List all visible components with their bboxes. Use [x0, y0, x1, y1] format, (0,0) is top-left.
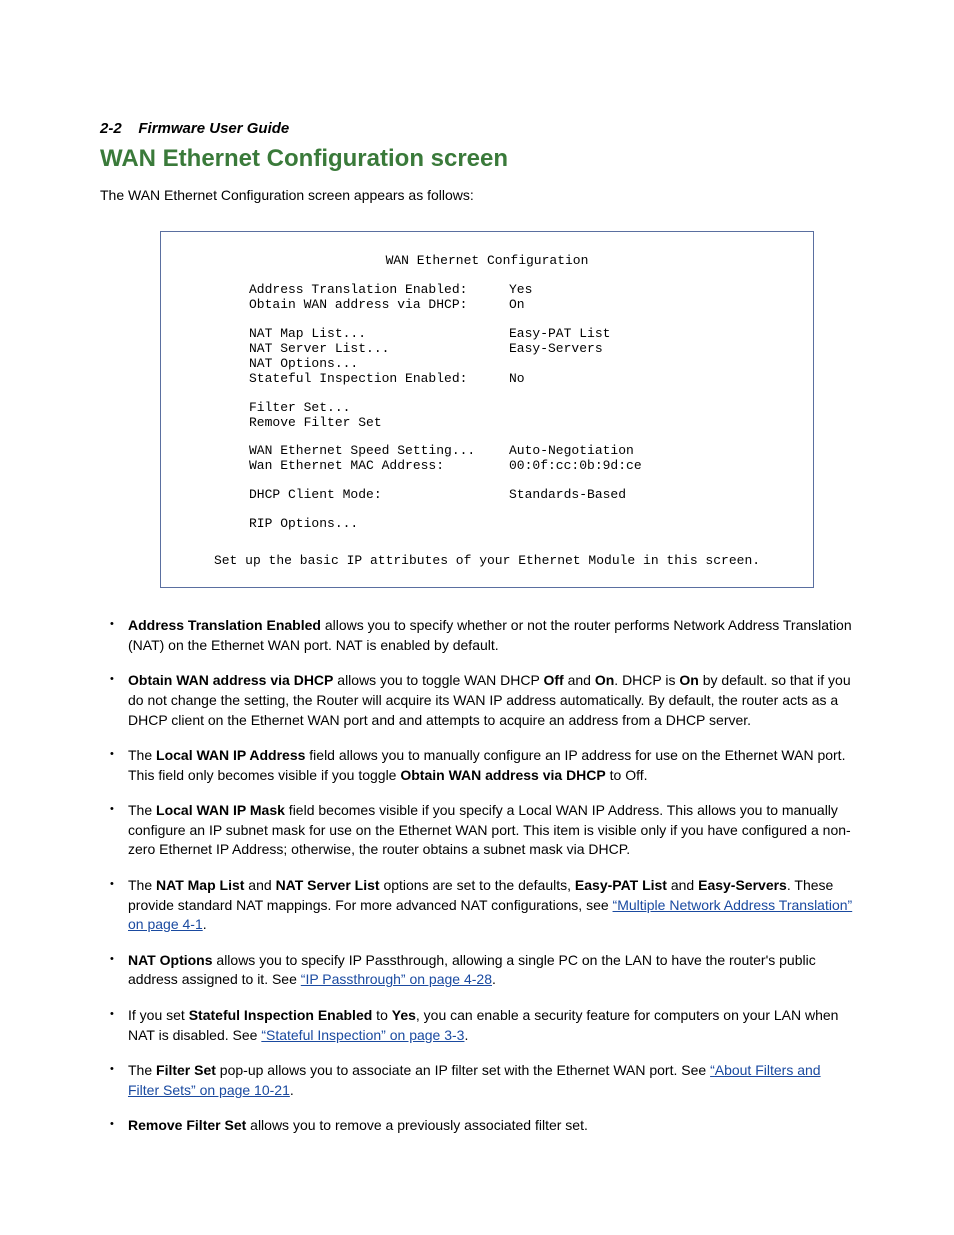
console-value: Standards-Based	[509, 488, 626, 503]
list-item: The Local WAN IP Mask field becomes visi…	[100, 801, 854, 860]
console-value: No	[509, 372, 525, 387]
console-row: NAT Server List... Easy-Servers	[249, 342, 793, 357]
console-footer: Set up the basic IP attributes of your E…	[181, 554, 793, 569]
console-label: DHCP Client Mode:	[249, 488, 509, 503]
list-item: The Filter Set pop-up allows you to asso…	[100, 1061, 854, 1100]
bold-term: Yes	[392, 1007, 416, 1023]
console-value: Easy-PAT List	[509, 327, 610, 342]
list-item: If you set Stateful Inspection Enabled t…	[100, 1006, 854, 1045]
bold-term: Local WAN IP Mask	[156, 802, 285, 818]
body-text: and	[564, 672, 595, 688]
body-text: The	[128, 802, 156, 818]
console-title: WAN Ethernet Configuration	[181, 254, 793, 269]
bold-term: On	[679, 672, 698, 688]
console-value: Yes	[509, 283, 532, 298]
body-text: .	[464, 1027, 468, 1043]
bold-term: Stateful Inspection Enabled	[189, 1007, 373, 1023]
list-item: NAT Options allows you to specify IP Pas…	[100, 951, 854, 990]
console-row: Stateful Inspection Enabled: No	[249, 372, 793, 387]
list-item: Remove Filter Set allows you to remove a…	[100, 1116, 854, 1136]
header-space	[126, 120, 134, 137]
bold-term: NAT Map List	[156, 877, 244, 893]
console-label: Wan Ethernet MAC Address:	[249, 459, 509, 474]
body-text: options are set to the defaults,	[380, 877, 575, 893]
body-text: .	[203, 916, 207, 932]
body-text: The	[128, 747, 156, 763]
cross-ref-link[interactable]: “IP Passthrough” on page 4-28	[301, 971, 492, 987]
console-label: Obtain WAN address via DHCP:	[249, 298, 509, 313]
list-item: Obtain WAN address via DHCP allows you t…	[100, 671, 854, 730]
bold-term: Obtain WAN address via DHCP	[400, 767, 605, 783]
bold-term: Easy-PAT List	[575, 877, 667, 893]
body-text: and	[667, 877, 698, 893]
console-value: On	[509, 298, 525, 313]
body-text: to Off.	[606, 767, 648, 783]
bold-term: Local WAN IP Address	[156, 747, 305, 763]
list-item: The Local WAN IP Address field allows yo…	[100, 746, 854, 785]
bold-term: Address Translation Enabled	[128, 617, 321, 633]
console-label: Remove Filter Set	[249, 416, 509, 431]
console-row: DHCP Client Mode: Standards-Based	[249, 488, 793, 503]
body-text: allows you to remove a previously associ…	[246, 1117, 588, 1133]
console-label: NAT Options...	[249, 357, 509, 372]
bold-term: NAT Options	[128, 952, 213, 968]
console-label: Address Translation Enabled:	[249, 283, 509, 298]
console-row: NAT Map List... Easy-PAT List	[249, 327, 793, 342]
document-page: 2-2 Firmware User Guide WAN Ethernet Con…	[0, 0, 954, 1232]
console-label: NAT Map List...	[249, 327, 509, 342]
console-row: WAN Ethernet Speed Setting... Auto-Negot…	[249, 444, 793, 459]
console-group-1: Address Translation Enabled: Yes Obtain …	[249, 283, 793, 313]
bold-term: Obtain WAN address via DHCP	[128, 672, 333, 688]
console-row: Address Translation Enabled: Yes	[249, 283, 793, 298]
console-value: Auto-Negotiation	[509, 444, 634, 459]
bold-term: Off	[543, 672, 563, 688]
bold-term: Easy-Servers	[698, 877, 787, 893]
body-text: allows you to toggle WAN DHCP	[333, 672, 543, 688]
body-text: .	[290, 1082, 294, 1098]
bold-term: Remove Filter Set	[128, 1117, 246, 1133]
body-text: . DHCP is	[614, 672, 679, 688]
console-row: Wan Ethernet MAC Address: 00:0f:cc:0b:9d…	[249, 459, 793, 474]
console-label: Stateful Inspection Enabled:	[249, 372, 509, 387]
bold-term: NAT Server List	[276, 877, 380, 893]
console-label: RIP Options...	[249, 517, 509, 532]
body-text: .	[492, 971, 496, 987]
console-value: Easy-Servers	[509, 342, 603, 357]
console-label: Filter Set...	[249, 401, 509, 416]
body-text: to	[372, 1007, 391, 1023]
section-title: WAN Ethernet Configuration screen	[100, 145, 854, 173]
bullet-list: Address Translation Enabled allows you t…	[100, 616, 854, 1136]
bold-term: Filter Set	[156, 1062, 216, 1078]
section-intro: The WAN Ethernet Configuration screen ap…	[100, 187, 854, 203]
console-row: Obtain WAN address via DHCP: On	[249, 298, 793, 313]
console-group-6: RIP Options...	[249, 517, 793, 532]
console-row: NAT Options...	[249, 357, 793, 372]
page-header: 2-2 Firmware User Guide	[100, 120, 854, 137]
body-text: If you set	[128, 1007, 189, 1023]
console-row: RIP Options...	[249, 517, 793, 532]
console-group-5: DHCP Client Mode: Standards-Based	[249, 488, 793, 503]
console-group-4: WAN Ethernet Speed Setting... Auto-Negot…	[249, 444, 793, 474]
body-text: and	[244, 877, 275, 893]
bold-term: On	[595, 672, 614, 688]
cross-ref-link[interactable]: “Stateful Inspection” on page 3-3	[261, 1027, 464, 1043]
list-item: Address Translation Enabled allows you t…	[100, 616, 854, 655]
body-text: pop-up allows you to associate an IP fil…	[216, 1062, 710, 1078]
console-group-3: Filter Set... Remove Filter Set	[249, 401, 793, 431]
console-group-2: NAT Map List... Easy-PAT List NAT Server…	[249, 327, 793, 387]
console-screenshot: WAN Ethernet Configuration Address Trans…	[160, 231, 814, 588]
list-item: The NAT Map List and NAT Server List opt…	[100, 876, 854, 935]
console-row: Filter Set...	[249, 401, 793, 416]
guide-title: Firmware User Guide	[138, 120, 289, 137]
console-label: NAT Server List...	[249, 342, 509, 357]
console-label: WAN Ethernet Speed Setting...	[249, 444, 509, 459]
console-value: 00:0f:cc:0b:9d:ce	[509, 459, 642, 474]
page-ref: 2-2	[100, 120, 122, 137]
console-row: Remove Filter Set	[249, 416, 793, 431]
body-text: The	[128, 877, 156, 893]
body-text: The	[128, 1062, 156, 1078]
